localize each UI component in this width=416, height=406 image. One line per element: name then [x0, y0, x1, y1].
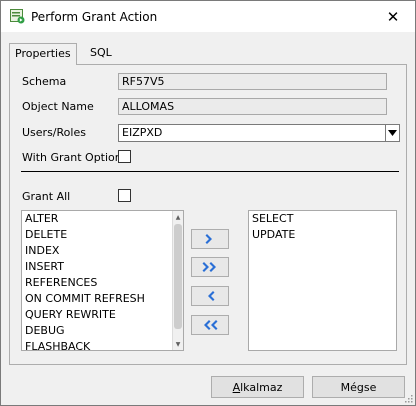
object-name-field: ALLOMAS	[118, 98, 387, 115]
close-button[interactable]: ✕	[371, 1, 415, 32]
move-all-right-button[interactable]	[191, 257, 229, 277]
list-item[interactable]: QUERY REWRITE	[22, 307, 183, 323]
list-item[interactable]: DELETE	[22, 227, 183, 243]
move-all-left-button[interactable]	[191, 315, 229, 335]
close-icon: ✕	[386, 7, 400, 26]
apply-button[interactable]: Alkalmaz	[211, 376, 304, 398]
scrollbar-thumb[interactable]	[174, 224, 182, 329]
separator-line	[21, 171, 399, 172]
tab-properties[interactable]: Properties	[9, 43, 77, 65]
list-item[interactable]: UPDATE	[249, 227, 396, 243]
schema-label: Schema	[22, 75, 67, 88]
move-selected-left-button[interactable]	[191, 286, 229, 306]
apply-button-label: Alkalmaz	[232, 380, 283, 394]
grant-action-app-icon	[10, 9, 25, 24]
list-item[interactable]: ALTER	[22, 211, 183, 227]
schema-field: RF57V5	[118, 73, 387, 90]
with-grant-option-checkbox[interactable]	[118, 150, 131, 163]
single-right-arrow-icon	[205, 234, 212, 244]
list-item[interactable]: INDEX	[22, 243, 183, 259]
move-selected-right-button[interactable]	[191, 229, 229, 249]
list-item[interactable]: ON COMMIT REFRESH	[22, 291, 183, 307]
title-bar[interactable]: Perform Grant Action ✕	[1, 1, 415, 32]
scroll-up-arrow-icon[interactable]: ▲	[174, 212, 182, 222]
cancel-button-label: Mégse	[340, 380, 377, 394]
users-roles-label: Users/Roles	[22, 126, 86, 139]
dropdown-arrow-icon[interactable]	[385, 125, 399, 141]
grant-all-checkbox[interactable]	[118, 189, 131, 202]
list-item[interactable]: INSERT	[22, 259, 183, 275]
properties-panel: Schema RF57V5 Object Name ALLOMAS Users/…	[9, 64, 407, 365]
available-privileges-list[interactable]: ALTER DELETE INDEX INSERT REFERENCES ON …	[21, 210, 184, 351]
window-title: Perform Grant Action	[31, 10, 158, 24]
single-left-arrow-icon	[208, 291, 215, 301]
double-right-arrow-icon	[202, 262, 216, 272]
users-roles-combobox[interactable]: EIZPXD	[118, 124, 400, 142]
tab-sql[interactable]: SQL	[85, 43, 117, 63]
list-item[interactable]: DEBUG	[22, 323, 183, 339]
resize-grip-icon[interactable]	[403, 393, 413, 403]
cancel-button[interactable]: Mégse	[312, 376, 405, 398]
list-item[interactable]: FLASHBACK	[22, 339, 183, 350]
list-item[interactable]: SELECT	[249, 211, 396, 227]
scroll-down-arrow-icon[interactable]: ▼	[174, 339, 182, 349]
selected-privileges-list[interactable]: SELECT UPDATE	[248, 210, 397, 351]
users-roles-value: EIZPXD	[122, 126, 163, 139]
vertical-scrollbar[interactable]: ▲ ▼	[172, 211, 183, 350]
object-name-label: Object Name	[22, 100, 94, 113]
with-grant-option-label: With Grant Option	[22, 151, 122, 164]
double-left-arrow-icon	[204, 320, 218, 330]
grant-all-label: Grant All	[22, 190, 71, 203]
dialog-window: Perform Grant Action ✕ Properties SQL Sc…	[0, 0, 416, 406]
list-item[interactable]: REFERENCES	[22, 275, 183, 291]
